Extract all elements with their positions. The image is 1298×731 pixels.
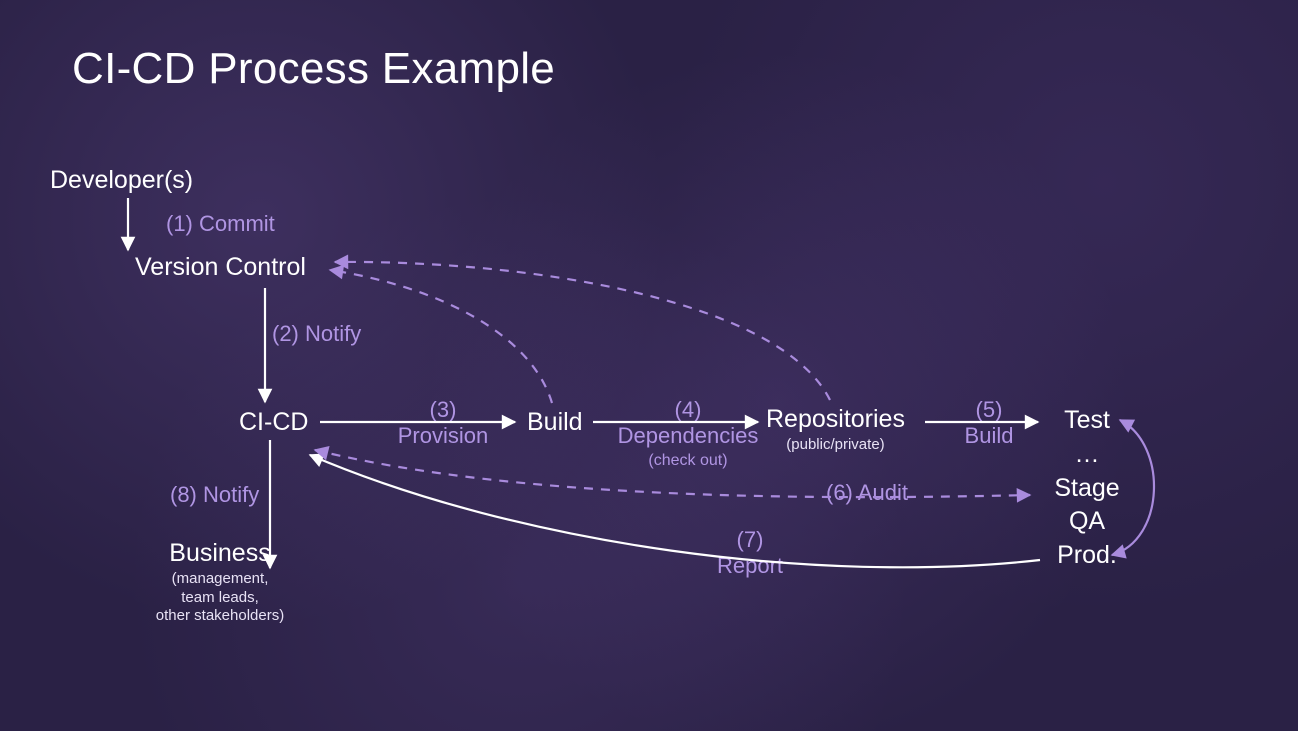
edge-deps-label: (4) Dependencies (check out): [608, 397, 768, 471]
node-business-label: Business: [169, 539, 270, 567]
env-dots: …: [1042, 438, 1132, 472]
edge-report-label: (7) Report: [690, 527, 810, 579]
env-prod: Prod.: [1042, 539, 1132, 573]
node-cicd: CI-CD: [239, 408, 308, 437]
edge-audit-label: (6) Audit: [826, 480, 908, 506]
edge-notify-vc-label: (2) Notify: [272, 321, 361, 347]
arrow-repos-to-vc: [335, 262, 830, 400]
node-repositories: Repositories (public/private): [766, 405, 905, 455]
page-title: CI-CD Process Example: [72, 44, 555, 94]
edge-provision-label: (3) Provision: [378, 397, 508, 449]
env-stage: Stage: [1042, 472, 1132, 506]
edge-commit-label: (1) Commit: [166, 211, 275, 237]
node-build: Build: [527, 408, 583, 437]
arrow-build-to-vc: [330, 270, 552, 403]
node-version-control: Version Control: [135, 253, 306, 282]
node-repositories-label: Repositories: [766, 405, 905, 433]
arrow-report: [310, 455, 1040, 567]
edge-build-label: (5) Build: [944, 397, 1034, 449]
node-developers: Developer(s): [50, 166, 193, 195]
node-business-sub: (management, team leads, other stakehold…: [110, 570, 330, 626]
node-environments: Test … Stage QA Prod.: [1042, 404, 1132, 573]
edge-notify-biz-label: (8) Notify: [170, 482, 259, 508]
diagram-canvas: CI-CD Process Example Developer(s) Versi…: [0, 0, 1298, 731]
env-test: Test: [1042, 404, 1132, 438]
env-qa: QA: [1042, 505, 1132, 539]
node-repositories-sub: (public/private): [766, 436, 905, 455]
node-business: Business (management, team leads, other …: [110, 539, 330, 626]
